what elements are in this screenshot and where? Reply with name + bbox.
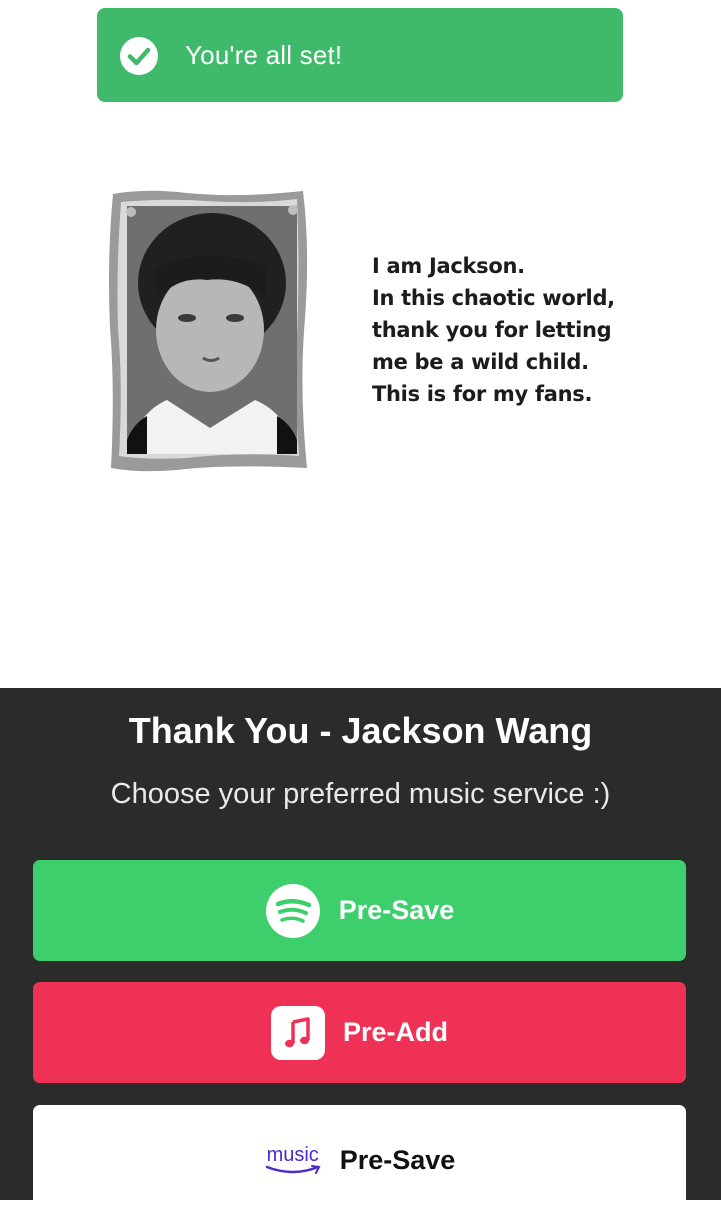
spotify-button-label: Pre-Save bbox=[338, 895, 455, 925]
apple-music-preadd-button[interactable]: Pre-Add bbox=[33, 982, 686, 1083]
quote-line: me be a wild child. bbox=[372, 350, 589, 374]
amazon-music-logo-text: music bbox=[266, 1144, 319, 1166]
quote-line: I am Jackson. bbox=[372, 254, 525, 278]
quote-line: thank you for letting bbox=[372, 318, 612, 342]
success-toast: You're all set! bbox=[97, 8, 623, 102]
quote-text: I am Jackson. In this chaotic world, tha… bbox=[372, 250, 672, 410]
quote-line: This is for my fans. bbox=[372, 382, 593, 406]
toast-message: You're all set! bbox=[185, 40, 343, 70]
hero-image: I am Jackson. In this chaotic world, tha… bbox=[0, 130, 721, 685]
release-title: Thank You - Jackson Wang bbox=[128, 710, 593, 751]
music-service-panel: Thank You - Jackson Wang Choose your pre… bbox=[0, 688, 721, 1215]
childhood-photo bbox=[109, 190, 308, 472]
amazon-music-presave-button[interactable]: music Pre-Save bbox=[33, 1105, 686, 1215]
spotify-icon bbox=[265, 883, 320, 938]
amazon-button-label: Pre-Save bbox=[339, 1144, 456, 1175]
quote-line: In this chaotic world, bbox=[372, 286, 615, 310]
spotify-presave-button[interactable]: Pre-Save bbox=[33, 860, 686, 961]
apple-button-label: Pre-Add bbox=[342, 1017, 448, 1047]
panel-subtitle: Choose your preferred music service :) bbox=[110, 778, 611, 810]
apple-music-icon bbox=[270, 1005, 325, 1060]
amazon-music-icon: music bbox=[264, 1145, 322, 1175]
check-circle-icon bbox=[120, 37, 158, 75]
